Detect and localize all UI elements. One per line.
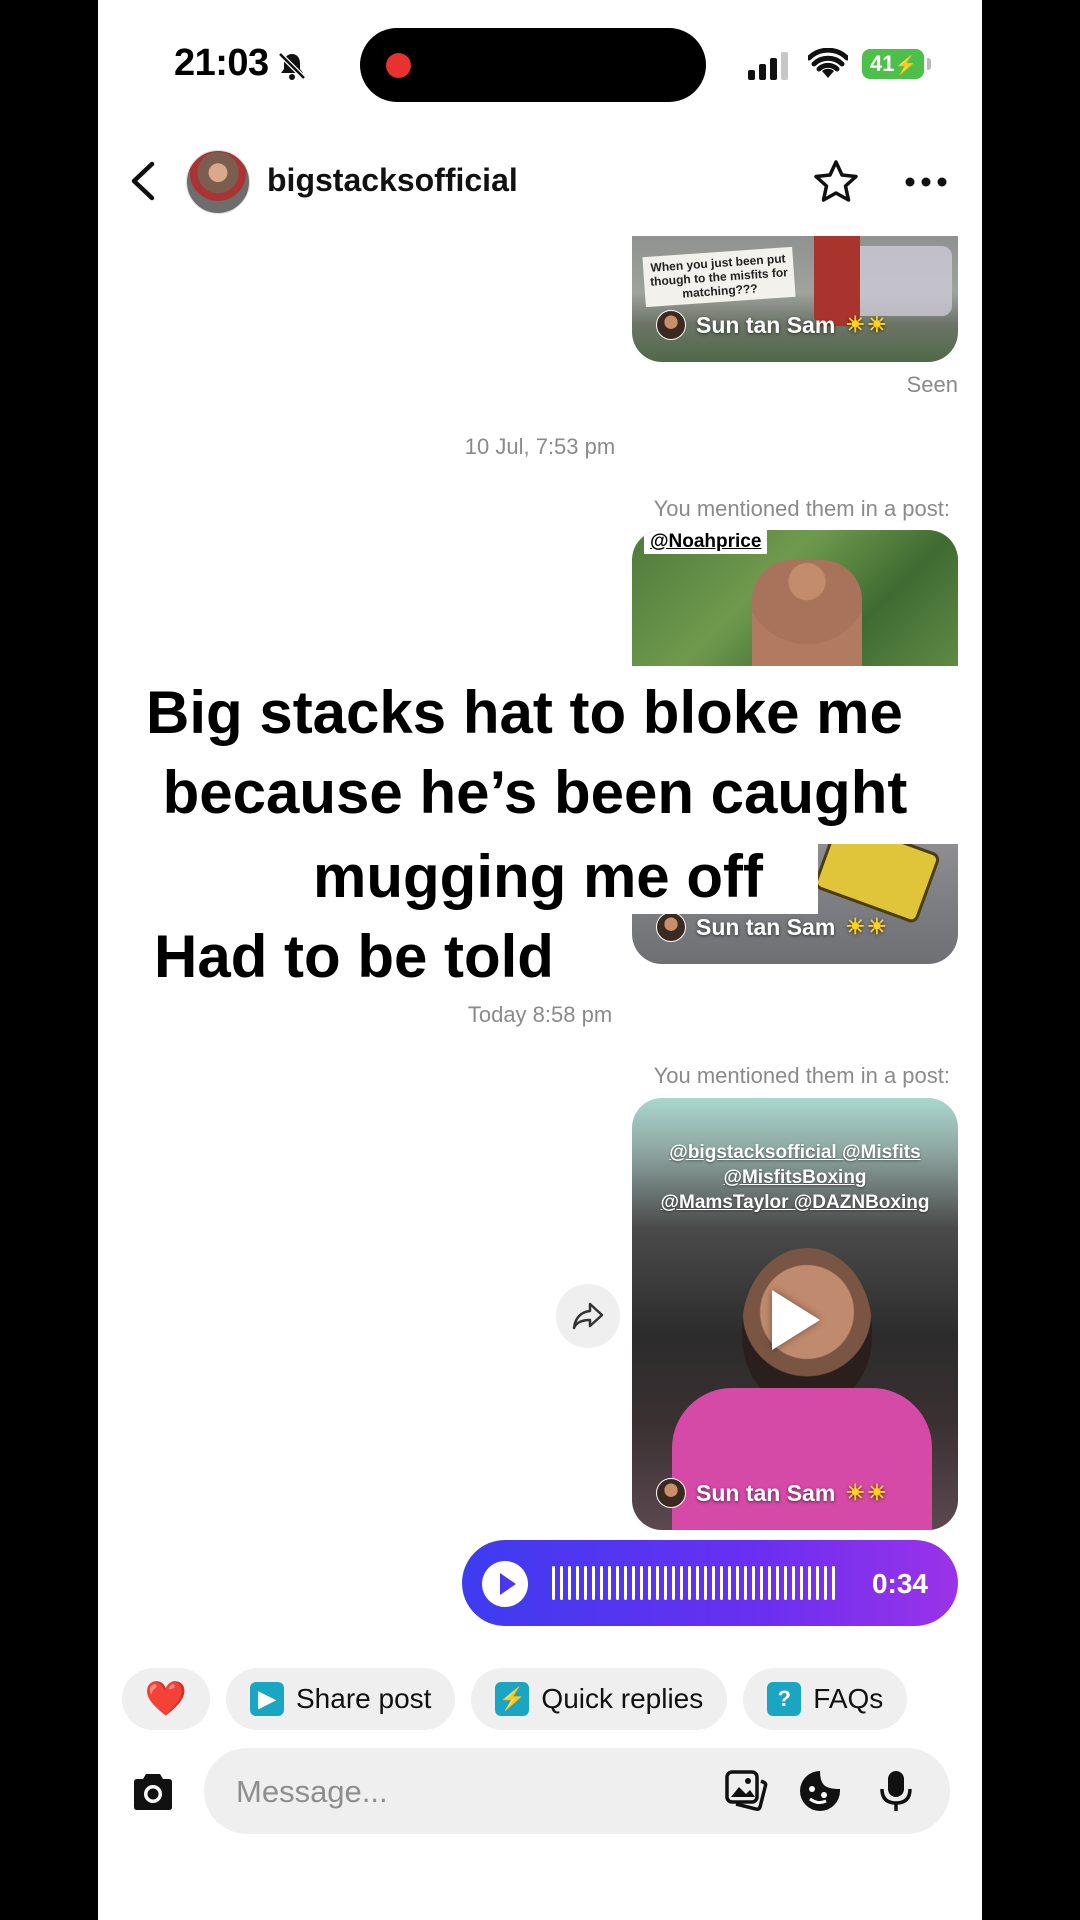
waveform	[552, 1562, 842, 1604]
author-avatar	[656, 1478, 686, 1508]
question-bubble-icon: ?	[767, 1682, 802, 1716]
overlay-caption-line: Had to be told	[124, 920, 624, 994]
share-post-button[interactable]: ▶ Share post	[226, 1668, 456, 1730]
voice-message[interactable]: 0:34	[462, 1540, 958, 1626]
message-composer	[204, 1748, 950, 1834]
thumbnail-scene	[672, 1388, 932, 1530]
overlay-caption-line: mugging me off	[258, 840, 818, 914]
battery-level: 41	[870, 51, 895, 76]
cellular-signal-icon	[748, 52, 788, 80]
seen-status: Seen	[906, 372, 958, 397]
message-timestamp: Today 8:58 pm	[467, 1002, 613, 1027]
thumbnail-tag-line: @MamsTaylor @DAZNBoxing	[660, 1192, 930, 1213]
thumbnail-tag-line: @bigstacksofficial @Misfits	[669, 1142, 921, 1163]
thumbnail-tag-line: @MisfitsBoxing	[723, 1167, 867, 1188]
thumbnail-caption: When you just been put though to the mis…	[642, 246, 796, 308]
forward-button[interactable]	[556, 1284, 620, 1348]
forward-arrow-icon	[572, 1302, 604, 1330]
faqs-button[interactable]: ? FAQs	[743, 1668, 908, 1730]
post-author: Sun tan Sam ☀☀	[656, 912, 889, 942]
share-post-label: Share post	[296, 1683, 432, 1714]
mention-notice: You mentioned them in a post:	[653, 496, 950, 521]
thumbnail-scene	[752, 560, 862, 666]
microphone-icon[interactable]	[874, 1769, 918, 1813]
back-chevron-icon[interactable]	[128, 160, 158, 202]
author-avatar	[656, 310, 686, 340]
post-author: Sun tan Sam ☀☀	[656, 310, 889, 340]
voice-duration: 0:34	[871, 1568, 928, 1599]
lightning-bubble-icon: ⚡	[495, 1682, 530, 1716]
more-options-icon[interactable]	[904, 176, 948, 188]
quick-replies-label: Quick replies	[541, 1683, 704, 1714]
header-username[interactable]: bigstacksofficial	[267, 162, 518, 199]
shared-post-thumbnail[interactable]: @Noahprice	[632, 530, 958, 666]
phone-screen: 21:03 41⚡ bigstacksofficial When you jus…	[98, 0, 982, 1920]
profile-avatar[interactable]	[186, 150, 250, 214]
post-author: Sun tan Sam ☀☀	[656, 1478, 889, 1508]
overlay-caption-line: because he’s been caught	[140, 756, 930, 830]
shared-video-thumbnail[interactable]: @bigstacksofficial @Misfits @MisfitsBoxi…	[632, 1098, 958, 1530]
sun-emoji-icon: ☀☀	[845, 312, 889, 337]
status-time: 21:03	[174, 42, 269, 84]
sun-emoji-icon: ☀☀	[845, 1480, 889, 1505]
overlay-caption-line: Big stacks hat to bloke me	[140, 676, 930, 750]
star-icon[interactable]	[812, 158, 860, 206]
author-name: Sun tan Sam	[696, 913, 836, 940]
play-icon[interactable]	[772, 1290, 820, 1350]
gallery-icon[interactable]	[724, 1769, 768, 1813]
heart-button[interactable]: ❤️	[122, 1668, 210, 1730]
message-timestamp: 10 Jul, 7:53 pm	[464, 434, 616, 459]
quick-actions-bar: ❤️ ▶ Share post ⚡ Quick replies ? FAQs	[122, 1668, 908, 1730]
thumbnail-tag: @Noahprice	[644, 530, 768, 554]
sticker-icon[interactable]	[798, 1769, 842, 1813]
mention-notice: You mentioned them in a post:	[653, 1063, 950, 1088]
message-input[interactable]	[236, 1772, 596, 1812]
thumbnail-tags: @bigstacksofficial @Misfits @MisfitsBoxi…	[632, 1140, 958, 1215]
shared-post-thumbnail[interactable]: When you just been put though to the mis…	[632, 236, 958, 362]
battery-indicator: 41⚡	[862, 49, 931, 79]
play-square-icon: ▶	[250, 1682, 284, 1716]
charging-bolt-icon: ⚡	[894, 55, 917, 75]
author-name: Sun tan Sam	[696, 311, 836, 338]
wifi-icon	[808, 48, 848, 78]
recording-indicator-icon	[386, 53, 411, 78]
quick-replies-button[interactable]: ⚡ Quick replies	[471, 1668, 728, 1730]
faqs-label: FAQs	[813, 1683, 884, 1714]
voice-play-button[interactable]	[482, 1561, 528, 1607]
sun-emoji-icon: ☀☀	[845, 914, 889, 939]
camera-icon[interactable]	[130, 1772, 176, 1812]
heart-icon: ❤️	[144, 1680, 188, 1718]
author-name: Sun tan Sam	[696, 1479, 836, 1506]
bell-muted-icon	[278, 52, 306, 80]
dynamic-island	[360, 28, 706, 102]
author-avatar	[656, 912, 686, 942]
